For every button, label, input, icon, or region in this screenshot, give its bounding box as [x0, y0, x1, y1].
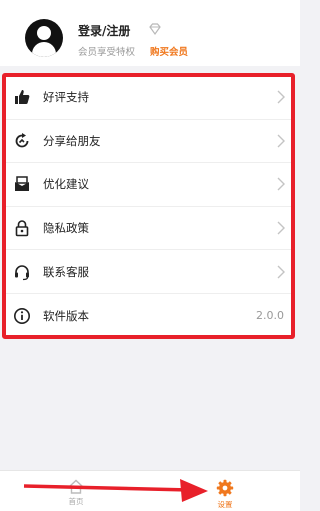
feedback-icon: [13, 175, 31, 193]
settings-item-feedback[interactable]: 优化建议: [3, 163, 294, 207]
vip-diamond-icon: [149, 23, 161, 36]
chevron-right-icon: [277, 177, 285, 191]
chevron-right-icon: [277, 90, 285, 104]
settings-item-contact[interactable]: 联系客服: [3, 250, 294, 294]
headset-icon: [13, 263, 31, 281]
lock-icon: [13, 219, 31, 237]
home-icon: [69, 479, 83, 494]
settings-item-label: 分享给朋友: [43, 133, 101, 148]
buy-vip-link[interactable]: 购买会员: [150, 44, 188, 58]
info-icon: [13, 307, 31, 325]
settings-list: 好评支持 分享给朋友 优化建议 隐私政策 联系客服 软件版本 2.0.0: [3, 76, 294, 336]
settings-item-rate[interactable]: 好评支持: [3, 76, 294, 120]
tab-home[interactable]: 首页: [36, 471, 116, 511]
settings-item-privacy[interactable]: 隐私政策: [3, 207, 294, 251]
version-number: 2.0.0: [256, 309, 284, 323]
tab-home-label: 首页: [68, 497, 84, 506]
settings-item-share[interactable]: 分享给朋友: [3, 120, 294, 164]
settings-item-version[interactable]: 软件版本 2.0.0: [3, 294, 294, 338]
settings-item-label: 好评支持: [43, 90, 89, 105]
tab-settings-label: 设置: [217, 500, 233, 509]
avatar[interactable]: [25, 19, 63, 57]
chevron-right-icon: [277, 265, 285, 279]
settings-item-label: 隐私政策: [43, 221, 89, 236]
settings-item-label: 联系客服: [43, 264, 89, 279]
share-icon: [13, 132, 31, 150]
settings-item-label: 软件版本: [43, 308, 89, 323]
login-register-link[interactable]: 登录/注册: [78, 22, 130, 39]
chevron-right-icon: [277, 134, 285, 148]
tab-settings[interactable]: 设置: [185, 471, 265, 511]
bottom-navigation: 首页 设置: [0, 470, 300, 511]
profile-header[interactable]: 登录/注册 会员享受特权 购买会员: [0, 0, 300, 66]
thumbs-up-icon: [13, 88, 31, 106]
settings-item-label: 优化建议: [43, 177, 89, 192]
gear-icon: [216, 479, 234, 497]
chevron-right-icon: [277, 221, 285, 235]
member-privilege-text: 会员享受特权: [78, 47, 136, 58]
